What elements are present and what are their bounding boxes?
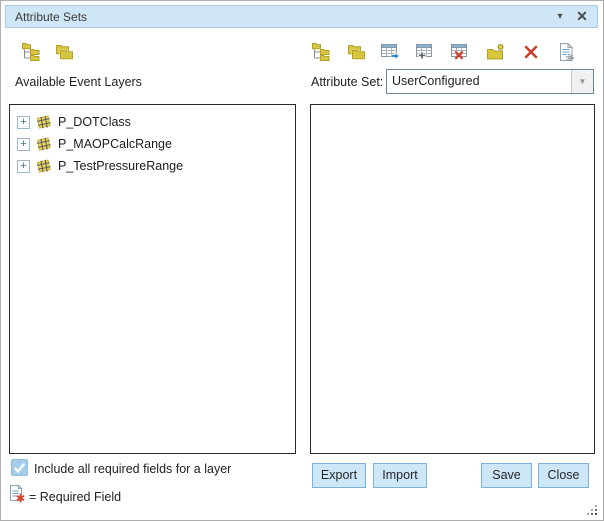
window-title: Attribute Sets — [6, 10, 87, 24]
delete-x-icon — [523, 44, 539, 60]
tree-item-p-dotclass[interactable]: + P_DOTClass — [17, 111, 295, 133]
tree-item-label: P_MAOPCalcRange — [58, 137, 172, 151]
include-required-fields-label: Include all required fields for a layer — [34, 462, 231, 476]
titlebar[interactable]: Attribute Sets ▾ ✕ — [5, 5, 598, 28]
available-event-layers-list[interactable]: + P_DOTClass + P_MAOPCalcRang — [9, 104, 296, 454]
required-field-note: = Required Field — [29, 490, 121, 504]
event-layer-icon — [35, 136, 52, 152]
close-button[interactable]: ✕ — [573, 6, 591, 27]
close-icon: ✕ — [576, 8, 588, 25]
save-button[interactable]: Save — [481, 463, 532, 488]
toolbar-delete-button[interactable] — [519, 40, 543, 64]
resize-grip[interactable] — [586, 504, 599, 517]
resize-grip-icon — [586, 504, 599, 517]
copy-folders-icon — [346, 43, 366, 61]
toolbar-export-table-button[interactable] — [379, 40, 403, 64]
combobox-dropdown-button[interactable]: ▼ — [571, 70, 593, 93]
toolbar-left-tree-button[interactable] — [19, 40, 43, 64]
toolbar-folder-settings-button[interactable] — [484, 40, 508, 64]
import-button[interactable]: Import — [373, 463, 427, 488]
collapse-button[interactable]: ▾ — [551, 6, 569, 27]
table-add-icon — [416, 43, 436, 61]
event-layer-tree: + P_DOTClass + P_MAOPCalcRang — [10, 105, 295, 177]
tree-item-p-maopcalcrange[interactable]: + P_MAOPCalcRange — [17, 133, 295, 155]
copy-folders-icon — [54, 43, 74, 61]
toolbar-add-table-button[interactable] — [414, 40, 438, 64]
required-field-icon — [9, 484, 26, 509]
tree-item-label: P_TestPressureRange — [58, 159, 183, 173]
toolbar-remove-table-button[interactable] — [449, 40, 473, 64]
available-event-layers-heading: Available Event Layers — [15, 75, 142, 89]
close-dialog-button[interactable]: Close — [538, 463, 589, 488]
attribute-set-value: UserConfigured — [387, 70, 571, 93]
caret-down-icon: ▾ — [557, 11, 562, 22]
event-layer-icon — [35, 158, 52, 174]
table-remove-icon — [451, 43, 471, 61]
toolbar-right-tree-button[interactable] — [309, 40, 333, 64]
attribute-set-fields-list[interactable] — [310, 104, 595, 454]
tree-item-p-testpressurerange[interactable]: + P_TestPressureRange — [17, 155, 295, 177]
tree-folders-icon — [311, 42, 331, 62]
toolbar-right-copy-button[interactable] — [344, 40, 368, 64]
folder-settings-icon — [486, 43, 506, 61]
include-required-fields-checkbox[interactable] — [11, 459, 28, 476]
caret-down-icon: ▼ — [579, 77, 587, 86]
tree-item-label: P_DOTClass — [58, 115, 131, 129]
table-export-icon — [381, 43, 401, 61]
expand-plus-icon[interactable]: + — [17, 138, 30, 151]
attribute-set-combobox[interactable]: UserConfigured ▼ — [386, 69, 594, 94]
export-button[interactable]: Export — [312, 463, 366, 488]
toolbar-report-settings-button[interactable] — [554, 40, 578, 64]
tree-folders-icon — [21, 42, 41, 62]
attribute-set-label: Attribute Set: — [311, 75, 383, 89]
expand-plus-icon[interactable]: + — [17, 160, 30, 173]
report-settings-icon — [558, 43, 575, 62]
attribute-sets-dialog: Attribute Sets ▾ ✕ — [0, 0, 604, 521]
checkmark-icon — [12, 460, 27, 475]
expand-plus-icon[interactable]: + — [17, 116, 30, 129]
toolbar-left-copy-button[interactable] — [52, 40, 76, 64]
event-layer-icon — [35, 114, 52, 130]
